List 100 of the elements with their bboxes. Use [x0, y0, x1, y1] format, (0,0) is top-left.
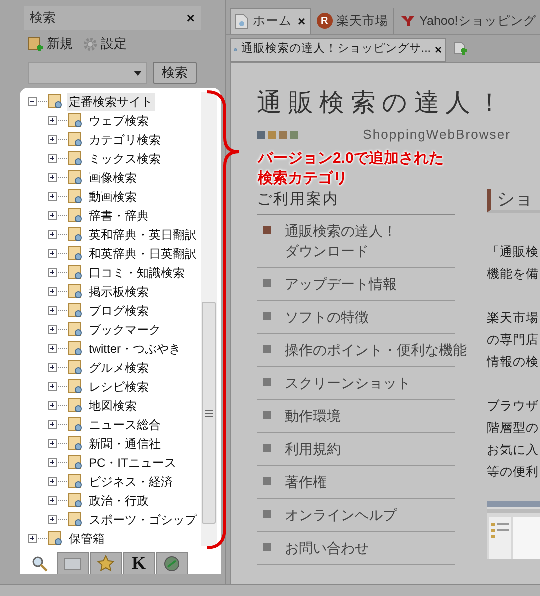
tab-title: Yahoo!ショッピング: [420, 12, 536, 30]
annotation-text: 検索カテゴリ: [258, 169, 349, 189]
tree-item[interactable]: カテゴリ検索: [87, 130, 163, 148]
expand-icon[interactable]: [48, 325, 67, 334]
toolbar-button[interactable]: 設定: [83, 34, 127, 54]
tree-item[interactable]: ブログ検索: [87, 302, 151, 320]
panel-tab[interactable]: [156, 552, 188, 574]
expand-icon[interactable]: [48, 230, 67, 239]
dropdown-caret-icon: [134, 70, 142, 76]
tree-item[interactable]: 保管箱: [67, 530, 107, 548]
tree-item[interactable]: PC・ITニュース: [87, 454, 178, 472]
tree-item[interactable]: ブックマーク: [87, 320, 163, 338]
menu-link[interactable]: 通販検索の達人！ ダウンロード: [285, 220, 397, 260]
tree-item[interactable]: 英和辞典・英日翻訳: [87, 226, 199, 244]
expand-icon[interactable]: [48, 496, 67, 505]
expand-icon[interactable]: [48, 154, 67, 163]
expand-icon[interactable]: [48, 268, 67, 277]
grip-icon: [205, 410, 213, 416]
paragraph: 楽天市場 の専門店 情報の検: [487, 310, 540, 370]
menu-link[interactable]: オンラインヘルプ: [285, 504, 397, 524]
tree-item[interactable]: ウェブ検索: [87, 112, 151, 130]
search-icon: [32, 556, 48, 572]
tree-item[interactable]: 定番検索サイト: [67, 92, 155, 110]
new-tab-icon[interactable]: [454, 42, 468, 58]
expand-icon[interactable]: [48, 515, 67, 524]
search-folder-icon: [68, 264, 84, 280]
browser-tab[interactable]: Yahoo!ショッピング: [396, 8, 540, 34]
search-folder-icon: [68, 340, 84, 356]
search-button[interactable]: 検索: [153, 62, 197, 84]
tree-item[interactable]: ビジネス・経済: [87, 472, 175, 490]
search-folder-icon: [68, 378, 84, 394]
search-folder-icon: [68, 474, 84, 490]
close-button[interactable]: ×: [186, 11, 195, 25]
tree-item[interactable]: 画像検索: [87, 168, 139, 186]
expand-icon[interactable]: [48, 173, 67, 182]
menu-link[interactable]: 利用規約: [285, 438, 341, 458]
expand-icon[interactable]: [48, 211, 67, 220]
page-tab[interactable]: 通販検索の達人！ショッピングサ... ×: [230, 38, 446, 62]
tree-item[interactable]: 口コミ・知識検索: [87, 264, 187, 282]
expand-icon[interactable]: [48, 363, 67, 372]
expand-icon[interactable]: [48, 249, 67, 258]
annotation-text: バージョン2.0で追加された: [258, 149, 444, 169]
tree-item[interactable]: 政治・行政: [87, 492, 151, 510]
expand-icon[interactable]: [48, 477, 67, 486]
site-icon: R: [316, 13, 333, 29]
expand-icon[interactable]: [48, 382, 67, 391]
expand-icon[interactable]: [48, 344, 67, 353]
menu-link[interactable]: 動作環境: [285, 406, 341, 426]
collapse-icon[interactable]: [28, 97, 47, 106]
browser-tab[interactable]: R 楽天市場: [312, 8, 394, 34]
expand-icon[interactable]: [48, 458, 67, 467]
page-icon: [235, 14, 249, 30]
menu-link[interactable]: ソフトの特徴: [285, 306, 369, 326]
folder-icon: [64, 556, 82, 570]
site-subtitle: ShoppingWebBrowser: [363, 126, 511, 144]
tree-item[interactable]: 動画検索: [87, 188, 139, 206]
expand-icon[interactable]: [48, 306, 67, 315]
expand-icon[interactable]: [48, 420, 67, 429]
tab-title: 楽天市場: [336, 12, 389, 30]
tree-item[interactable]: 和英辞典・日英翻訳: [87, 244, 199, 262]
search-folder-icon: [68, 150, 84, 166]
tree-item[interactable]: ミックス検索: [87, 150, 163, 168]
tree-item[interactable]: 掲示板検索: [87, 282, 151, 300]
tree-item[interactable]: 辞書・辞典: [87, 206, 151, 224]
scrollbar-thumb[interactable]: [202, 302, 216, 524]
search-folder-icon: [68, 246, 84, 262]
search-folder-icon: [68, 512, 84, 528]
menu-heading: ご利用案内: [257, 188, 455, 214]
tree-item[interactable]: スポーツ・ゴシップ: [87, 510, 199, 528]
site-icon: [400, 15, 416, 27]
close-tab-button[interactable]: ×: [298, 15, 306, 28]
panel-title: 検索: [30, 9, 56, 28]
menu-link[interactable]: アップデート情報: [285, 274, 397, 294]
expand-icon[interactable]: [48, 135, 67, 144]
tree-item[interactable]: グルメ検索: [87, 358, 151, 376]
tree-item[interactable]: 新聞・通信社: [87, 434, 163, 452]
menu-link[interactable]: お問い合わせ: [285, 538, 369, 558]
expand-icon[interactable]: [48, 192, 67, 201]
expand-icon[interactable]: [48, 287, 67, 296]
menu-link[interactable]: 操作のポイント・便利な機能: [285, 340, 467, 360]
tab-title: ホーム: [253, 13, 292, 30]
tree-item[interactable]: ニュース総合: [87, 416, 163, 434]
tree-item[interactable]: 地図検索: [87, 396, 139, 414]
expand-icon[interactable]: [48, 401, 67, 410]
tree-item[interactable]: レシピ検索: [87, 378, 151, 396]
tree-item[interactable]: twitter・つぶやき: [87, 340, 184, 358]
menu-link[interactable]: 著作権: [285, 472, 327, 492]
search-folder-icon: [68, 360, 84, 376]
expand-icon[interactable]: [48, 439, 67, 448]
close-tab-button[interactable]: ×: [434, 44, 442, 56]
section-heading: ショ: [497, 188, 533, 208]
toolbar-button[interactable]: 新規: [28, 34, 73, 54]
expand-icon[interactable]: [48, 116, 67, 125]
expand-icon[interactable]: [28, 534, 47, 543]
menu-link[interactable]: スクリーンショット: [285, 372, 411, 392]
search-folder-icon: [48, 94, 64, 110]
search-folder-icon: [48, 530, 64, 546]
browser-tab[interactable]: ホーム ×: [230, 8, 311, 34]
panel-tab[interactable]: K: [123, 552, 155, 574]
scrollbar[interactable]: [201, 92, 217, 546]
